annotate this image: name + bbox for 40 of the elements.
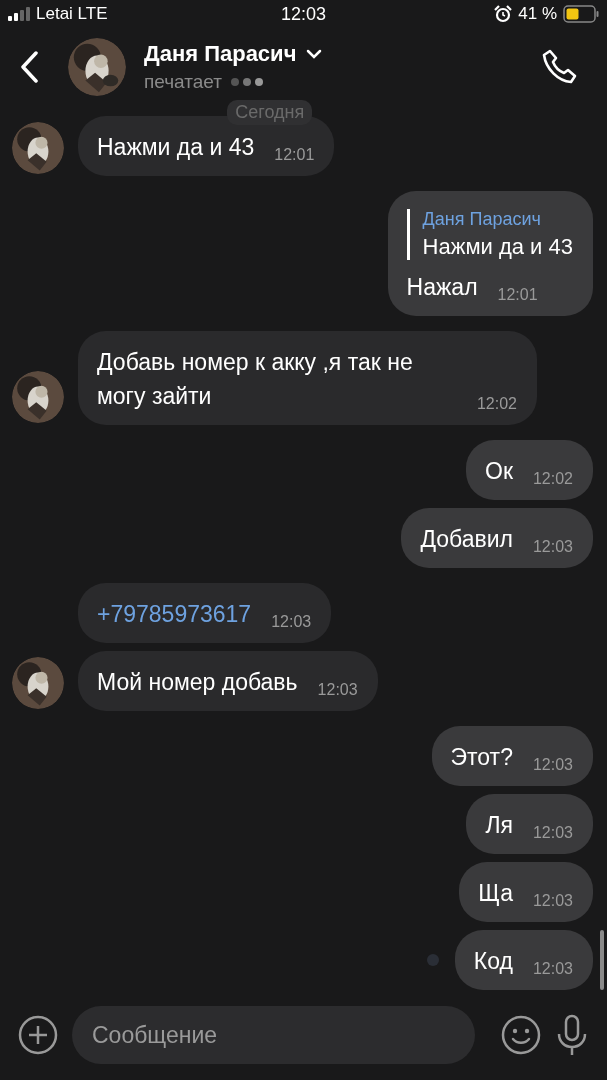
message-time: 12:03 [271,613,312,632]
quote-text: Нажми да и 43 [422,234,573,261]
message-time: 12:01 [497,286,538,305]
microphone-icon[interactable] [555,1014,589,1057]
message-text: Этот? [450,743,513,773]
message-text: Код [473,947,513,977]
message-time: 12:03 [532,960,573,979]
typing-dots-icon [229,77,264,88]
message-field[interactable]: Сообщение [72,1006,475,1065]
chevron-down-icon[interactable] [306,49,323,60]
phone-link[interactable]: +79785973617 [97,597,252,632]
message-time: 12:03 [532,824,573,843]
signal-icon [8,7,30,22]
message-text: Ок [485,457,513,487]
carrier-label: Letai LTE [36,4,108,25]
clock-time: 12:03 [281,3,326,25]
battery-percent: 41 % [518,4,557,25]
message-text: Нажми да и 43 [97,133,255,163]
message-text: Мой номер добавь [97,668,298,698]
message-text: Добавь номер к акку ,я так не могу зайти [97,348,414,412]
message-time: 12:03 [532,892,573,911]
message-text: Ля [485,811,513,841]
message-time: 12:01 [274,146,315,165]
message-text: Ща [478,879,513,909]
message-time: 12:03 [317,681,358,700]
date-badge: Сегодня [227,100,313,126]
add-icon[interactable] [18,1015,58,1056]
contact-name[interactable]: Даня Парасич [144,41,297,68]
typing-status: печатает [144,71,222,94]
battery-icon [563,5,599,24]
message-time: 12:03 [532,538,573,557]
message-time: 12:03 [532,756,573,775]
alarm-icon [494,5,513,24]
emoji-icon[interactable] [501,1015,541,1056]
message-time: 12:02 [476,395,517,414]
quote-author: Даня Парасич [422,209,542,231]
back-icon[interactable] [20,51,38,84]
message-text: Добавил [420,525,513,555]
message-time: 12:02 [532,470,573,489]
message-text: Нажал [406,273,478,303]
